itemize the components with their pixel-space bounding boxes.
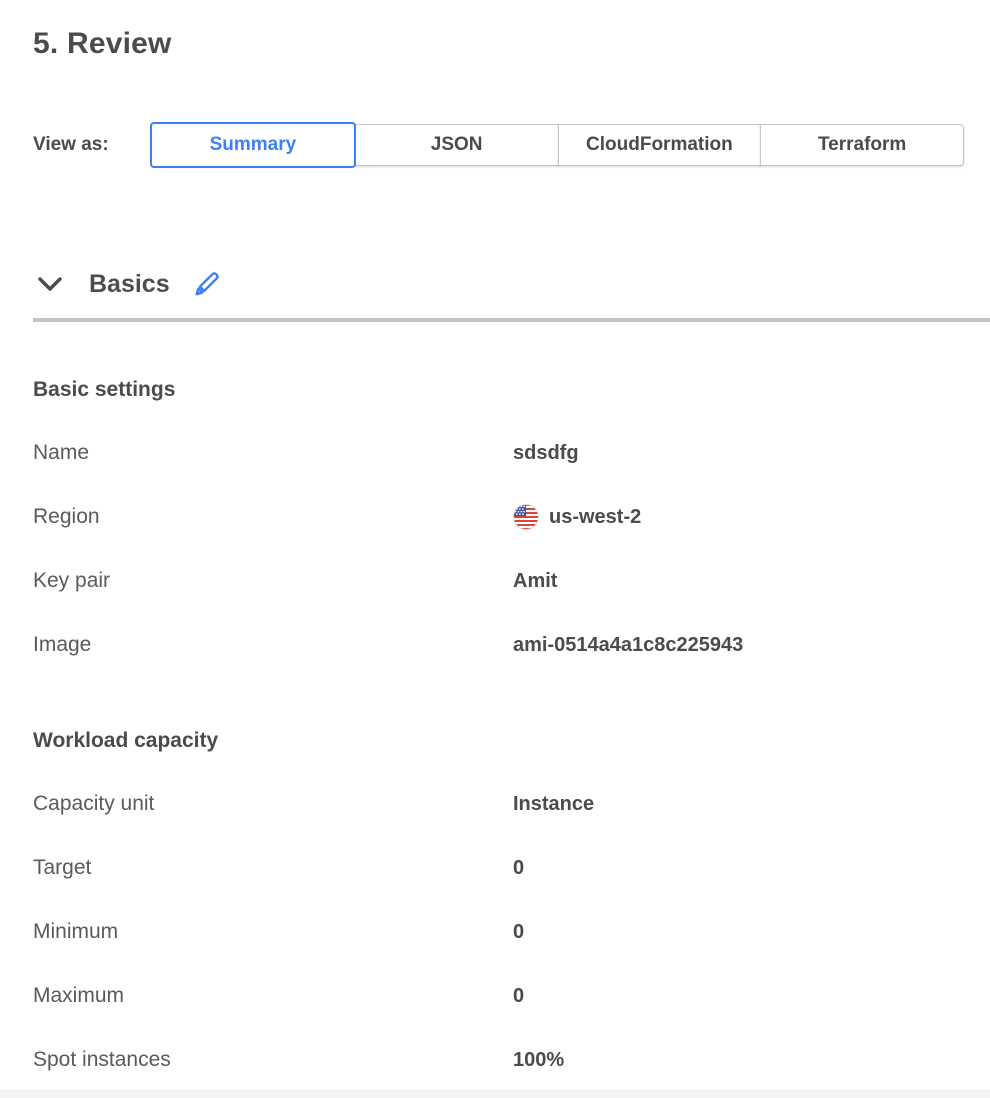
table-row: Spot instances 100% [33, 1028, 957, 1092]
page-title: 5. Review [0, 0, 990, 64]
row-label-region: Region [33, 505, 513, 529]
row-value-name: sdsdfg [513, 442, 957, 465]
tab-summary[interactable]: Summary [150, 122, 356, 168]
tab-terraform[interactable]: Terraform [760, 124, 964, 166]
row-value-image: ami-0514a4a1c8c225943 [513, 634, 957, 657]
row-label-spot-instances: Spot instances [33, 1048, 513, 1072]
section-divider [33, 318, 990, 322]
row-label-key-pair: Key pair [33, 569, 513, 593]
review-page: 5. Review View as: Summary JSON CloudFor… [0, 0, 990, 1098]
edit-pencil-icon[interactable] [192, 269, 222, 299]
row-value-capacity-unit: Instance [513, 793, 957, 816]
workload-capacity-rows: Capacity unit Instance Target 0 Minimum … [33, 772, 957, 1092]
row-label-minimum: Minimum [33, 920, 513, 944]
tab-cloudformation[interactable]: CloudFormation [558, 124, 762, 166]
table-row: Maximum 0 [33, 964, 957, 1028]
summary-content: Basic settings Name sdsdfg Region [0, 376, 990, 1092]
row-value-minimum: 0 [513, 921, 957, 944]
row-value-key-pair: Amit [513, 570, 957, 593]
table-row: Capacity unit Instance [33, 772, 957, 836]
table-row: Minimum 0 [33, 900, 957, 964]
tab-json[interactable]: JSON [355, 124, 559, 166]
view-as-label: View as: [33, 134, 150, 156]
us-flag-icon [513, 504, 539, 530]
group-heading-basic-settings: Basic settings [33, 376, 957, 404]
row-value-spot-instances: 100% [513, 1049, 957, 1072]
table-row: Region [33, 485, 957, 549]
basics-section-header: Basics [0, 265, 990, 303]
row-value-target: 0 [513, 857, 957, 880]
group-heading-workload-capacity: Workload capacity [33, 727, 957, 755]
table-row: Name sdsdfg [33, 421, 957, 485]
section-title: Basics [89, 270, 170, 299]
row-label-image: Image [33, 633, 513, 657]
row-label-maximum: Maximum [33, 984, 513, 1008]
table-row: Target 0 [33, 836, 957, 900]
table-row: Key pair Amit [33, 549, 957, 613]
region-value-text: us-west-2 [549, 506, 641, 529]
view-as-row: View as: Summary JSON CloudFormation Ter… [0, 122, 990, 168]
row-label-capacity-unit: Capacity unit [33, 792, 513, 816]
row-label-name: Name [33, 441, 513, 465]
basic-settings-rows: Name sdsdfg Region [33, 421, 957, 677]
row-value-region: us-west-2 [513, 504, 957, 530]
chevron-down-icon[interactable] [36, 275, 64, 293]
view-as-tab-group: Summary JSON CloudFormation Terraform [150, 122, 964, 168]
row-label-target: Target [33, 856, 513, 880]
next-section-edge [0, 1090, 990, 1098]
row-value-maximum: 0 [513, 985, 957, 1008]
table-row: Image ami-0514a4a1c8c225943 [33, 613, 957, 677]
